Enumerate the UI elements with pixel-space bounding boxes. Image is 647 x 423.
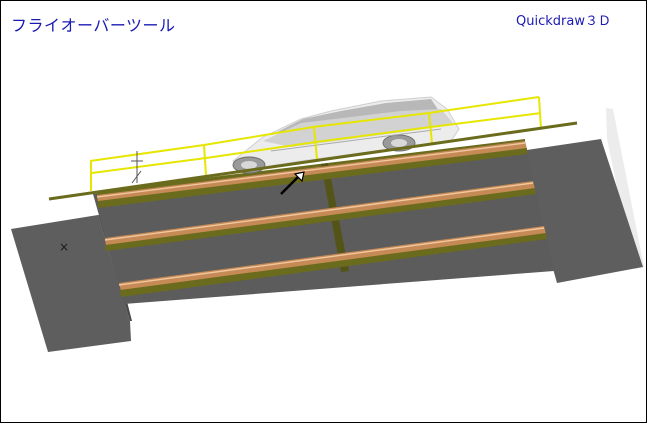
3d-scene[interactable]: × (1, 1, 646, 422)
viewport-window[interactable]: フライオーバーツール Quickdraw３Ｄ × (0, 0, 647, 423)
origin-marker: × (59, 240, 69, 254)
